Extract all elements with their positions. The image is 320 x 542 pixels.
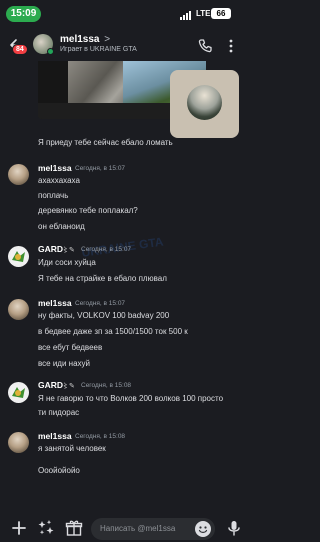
message-text: Я не гаворю то что Волков 200 волков 100… [38,394,224,403]
message-timestamp: Сегодня, в 15:08 [75,433,126,440]
avatar[interactable] [8,164,29,185]
message-author[interactable]: GARD [38,244,63,254]
call-pip-window[interactable] [170,70,239,138]
message-author[interactable]: mel1ssa [38,163,72,173]
battery-icon: 66 [211,8,231,19]
message-text: Ооойойойо [38,466,80,474]
apps-icon[interactable] [36,518,56,538]
chevron-right-icon: > [104,34,111,45]
message-author[interactable]: mel1ssa [38,431,72,441]
chat-header: 84 mel1ssa > Играет в UKRAINE GTA [0,28,250,64]
message-timestamp: Сегодня, в 15:07 [75,300,126,307]
phone-icon[interactable] [196,37,214,55]
message-text: все иди нахуй [38,359,90,368]
message-text: деревянко тебе поплакал? [38,206,138,215]
more-icon[interactable] [222,37,240,55]
signal-icon [180,11,191,20]
online-status-dot [47,48,54,55]
member-badge-icon: 〻✎ [62,383,75,390]
message-timestamp: Сегодня, в 15:07 [75,165,126,172]
message-text: Иди соси хуйца [38,258,96,267]
message-author[interactable]: mel1ssa [38,298,72,308]
message-text: я занятой человек [38,444,106,453]
message-text: поплачь [38,191,69,200]
avatar[interactable] [8,299,29,320]
message-text: ахаххахаха [38,176,80,185]
message-text: ти пидорас [38,408,80,417]
plus-icon[interactable] [9,518,29,538]
message-author[interactable]: GARD [38,380,63,390]
message-input-placeholder: Написать @mel1ssa [100,524,176,533]
message-text: в бедвее даже зп за 1500/1500 ток 500 к [38,327,188,336]
message-input[interactable]: Написать @mel1ssa [91,518,215,540]
mic-icon[interactable] [224,518,244,538]
status-time: 15:09 [6,6,41,22]
status-bar: 15:09 LTE 66 [0,0,250,26]
message-text: ну факты, VOLKOV 100 badvay 200 [38,311,170,320]
emoji-icon[interactable] [195,521,211,537]
avatar[interactable] [8,432,29,453]
dm-user-name-text: mel1ssa [60,34,100,45]
message-text: он ебланоид [38,222,85,231]
avatar [187,85,222,120]
avatar[interactable] [8,382,29,403]
message-text: Я тебе на страйке в ебало плювал [38,274,167,283]
dm-user-name[interactable]: mel1ssa > [60,34,110,45]
member-badge-icon: 〻✎ [62,247,75,254]
message-text: Я приеду тебе сейчас ебало ломать [38,138,173,147]
gift-icon[interactable] [64,518,84,538]
unread-badge: 84 [12,44,28,55]
user-activity: Играет в UKRAINE GTA [60,46,137,53]
network-label: LTE [196,9,211,18]
message-timestamp: Сегодня, в 15:07 [81,246,132,253]
message-timestamp: Сегодня, в 15:08 [81,382,132,389]
avatar[interactable] [8,246,29,267]
message-composer: Написать @mel1ssa [0,518,250,542]
message-text: все ебут бедвеев [38,343,103,352]
